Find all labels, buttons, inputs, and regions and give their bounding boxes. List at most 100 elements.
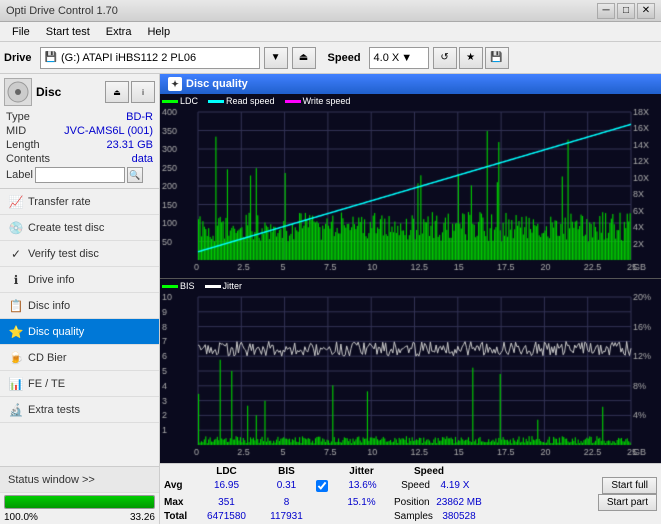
status-window-btn[interactable]: Status window >> xyxy=(0,467,159,493)
col-spacer xyxy=(464,466,657,477)
stats-total-row: Total 6471580 117931 Samples 380528 xyxy=(164,511,657,522)
disc-icon xyxy=(4,78,32,106)
sidebar-item-verify-test-disc-label: Verify test disc xyxy=(28,248,99,260)
sidebar-item-fe-te[interactable]: 📊 FE / TE xyxy=(0,371,159,397)
disc-mid-label: MID xyxy=(6,125,26,137)
speed-select[interactable]: 4.0 X ▼ xyxy=(369,47,429,69)
status-window-label: Status window >> xyxy=(8,474,95,486)
sidebar-item-cd-bier[interactable]: 🍺 CD Bier xyxy=(0,345,159,371)
disc-quality-title: Disc quality xyxy=(186,78,248,90)
disc-length-row: Length 23.31 GB xyxy=(4,138,155,152)
sidebar-item-transfer-rate[interactable]: 📈 Transfer rate xyxy=(0,189,159,215)
status-right-value: 33.26 xyxy=(130,512,155,523)
minimize-button[interactable]: ─ xyxy=(597,3,615,19)
sidebar-menu: 📈 Transfer rate 💿 Create test disc ✓ Ver… xyxy=(0,189,159,423)
stats-avg-row: Avg 16.95 0.31 13.6% Speed 4.19 X Start … xyxy=(164,477,657,494)
titlebar: Opti Drive Control 1.70 ─ □ ✕ xyxy=(0,0,661,22)
disc-label-btn[interactable]: 🔍 xyxy=(127,167,143,183)
col-check xyxy=(314,466,329,477)
sidebar-item-create-test-disc[interactable]: 💿 Create test disc xyxy=(0,215,159,241)
avg-label: Avg xyxy=(164,480,194,491)
extra-tests-icon: 🔬 xyxy=(8,402,24,418)
disc-type-row: Type BD-R xyxy=(4,110,155,124)
jitter-legend-color xyxy=(205,285,221,288)
disc-length-value: 23.31 GB xyxy=(107,139,153,151)
disc-mid-row: MID JVC-AMS6L (001) xyxy=(4,124,155,138)
cd-bier-icon: 🍺 xyxy=(8,350,24,366)
disc-info-btn[interactable]: i xyxy=(131,81,155,103)
sidebar-item-disc-quality[interactable]: ⭐ Disc quality xyxy=(0,319,159,345)
disc-type-value: BD-R xyxy=(126,111,153,123)
max-jitter: 15.1% xyxy=(329,497,394,508)
drive-dropdown-btn[interactable]: ▼ xyxy=(264,47,288,69)
sidebar-item-extra-tests-label: Extra tests xyxy=(28,404,80,416)
status-bottom: 100.0% 33.26 xyxy=(0,511,159,524)
eject-button[interactable]: ⏏ xyxy=(292,47,316,69)
sidebar-item-drive-info[interactable]: ℹ Drive info xyxy=(0,267,159,293)
maximize-button[interactable]: □ xyxy=(617,3,635,19)
ldc-legend-color xyxy=(162,100,178,103)
speed-save-btn[interactable]: 💾 xyxy=(485,47,509,69)
max-label: Max xyxy=(164,497,194,508)
disc-eject-btn[interactable]: ⏏ xyxy=(105,81,129,103)
sidebar-item-transfer-rate-label: Transfer rate xyxy=(28,196,91,208)
progress-bar-container xyxy=(4,495,155,509)
disc-contents-value: data xyxy=(132,153,153,165)
bis-chart xyxy=(160,279,661,463)
sidebar-item-disc-info-label: Disc info xyxy=(28,300,70,312)
position-value: 23862 MB xyxy=(429,497,489,508)
speed-buttons: ↺ ★ 💾 xyxy=(433,47,509,69)
progress-percent: 100.0% xyxy=(4,512,38,523)
app-title: Opti Drive Control 1.70 xyxy=(6,5,118,17)
menu-extra[interactable]: Extra xyxy=(98,24,140,40)
menu-help[interactable]: Help xyxy=(139,24,178,40)
max-bis: 8 xyxy=(259,497,314,508)
disc-label-input[interactable] xyxy=(35,167,125,183)
avg-bis: 0.31 xyxy=(259,480,314,491)
speed-label: Speed xyxy=(328,52,361,64)
col-bis: BIS xyxy=(259,466,314,477)
write-speed-legend-color xyxy=(285,100,301,103)
disc-mid-value: JVC-AMS6L (001) xyxy=(64,125,153,137)
disc-length-label: Length xyxy=(6,139,40,151)
fe-te-icon: 📊 xyxy=(8,376,24,392)
create-test-disc-icon: 💿 xyxy=(8,220,24,236)
ldc-legend: LDC Read speed Write speed xyxy=(162,96,350,106)
drive-info-icon: ℹ xyxy=(8,272,24,288)
total-label: Total xyxy=(164,511,194,522)
bis-legend-label: BIS xyxy=(180,281,195,291)
close-button[interactable]: ✕ xyxy=(637,3,655,19)
jitter-checkbox[interactable] xyxy=(316,480,328,492)
avg-ldc: 16.95 xyxy=(194,480,259,491)
stats-bar: LDC BIS Jitter Speed Avg 16.95 0.31 13.6… xyxy=(160,463,661,524)
samples-label: Samples xyxy=(394,511,429,522)
disc-quality-header: ✦ Disc quality xyxy=(160,74,661,94)
drive-value: (G:) ATAPI iHBS112 2 PL06 xyxy=(61,52,196,64)
start-part-button[interactable]: Start part xyxy=(598,494,657,511)
drive-icon: 💾 xyxy=(45,52,57,63)
drivebar: Drive 💾 (G:) ATAPI iHBS112 2 PL06 ▼ ⏏ Sp… xyxy=(0,42,661,74)
speed-star-btn[interactable]: ★ xyxy=(459,47,483,69)
sidebar-item-disc-info[interactable]: 📋 Disc info xyxy=(0,293,159,319)
start-full-button[interactable]: Start full xyxy=(602,477,657,494)
menu-start-test[interactable]: Start test xyxy=(38,24,98,40)
progress-bar-fill xyxy=(5,496,154,508)
drive-select[interactable]: 💾 (G:) ATAPI iHBS112 2 PL06 xyxy=(40,47,260,69)
stats-header-row: LDC BIS Jitter Speed xyxy=(164,466,657,477)
menu-file[interactable]: File xyxy=(4,24,38,40)
jitter-legend-label: Jitter xyxy=(223,281,243,291)
col-ldc: LDC xyxy=(194,466,259,477)
ldc-legend-label: LDC xyxy=(180,96,198,106)
disc-contents-row: Contents data xyxy=(4,152,155,166)
disc-type-label: Type xyxy=(6,111,30,123)
disc-label-row: Label 🔍 xyxy=(4,166,155,184)
bis-legend: BIS Jitter xyxy=(162,281,242,291)
ldc-legend-item: LDC xyxy=(162,96,198,106)
read-speed-legend-item: Read speed xyxy=(208,96,275,106)
sidebar-item-verify-test-disc[interactable]: ✓ Verify test disc xyxy=(0,241,159,267)
speed-refresh-btn[interactable]: ↺ xyxy=(433,47,457,69)
sidebar-item-drive-info-label: Drive info xyxy=(28,274,74,286)
write-speed-legend-label: Write speed xyxy=(303,96,351,106)
ldc-chart xyxy=(160,94,661,278)
sidebar-item-extra-tests[interactable]: 🔬 Extra tests xyxy=(0,397,159,423)
